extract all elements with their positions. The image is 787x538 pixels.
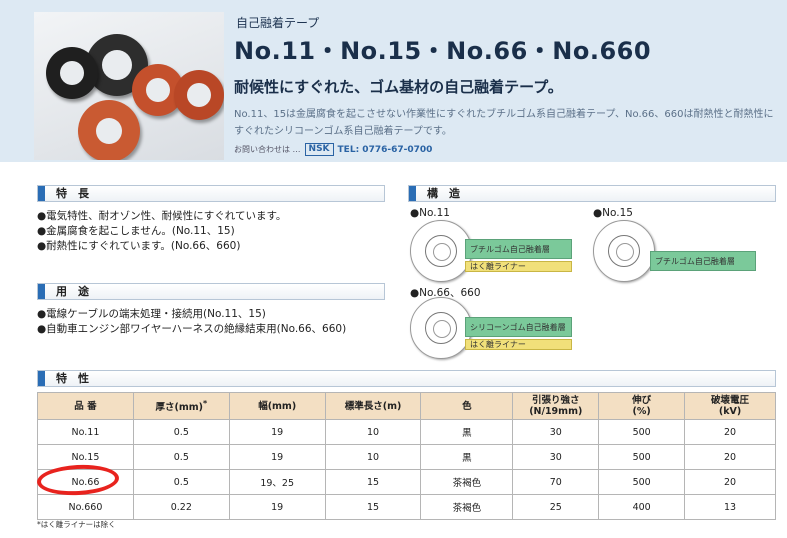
tape-cross-section-icon	[593, 220, 655, 282]
list-item: ●耐熱性にすぐれています。(No.66、660)	[37, 240, 241, 252]
uses-list: ●電線ケーブルの端末処理・接続用(No.11、15) ●自動車エンジン部ワイヤー…	[37, 307, 346, 337]
table-cell: 20	[684, 469, 776, 495]
nsk-logo: NSK	[304, 143, 334, 156]
col-header: 品 番	[37, 392, 134, 420]
table-cell: 19、25	[228, 469, 326, 495]
table-row: No.66 0.5 19、25 15 茶褐色 70 500 20	[37, 469, 776, 495]
list-item: ●金属腐食を起こしません。(No.11、15)	[37, 225, 235, 237]
brown-tape-roll	[174, 70, 224, 120]
tape-cross-section-icon	[410, 220, 472, 282]
table-cell: No.11	[37, 419, 134, 445]
table-cell: 15	[324, 469, 422, 495]
table-cell: 13	[684, 494, 776, 520]
col-header: 幅(mm)	[228, 392, 326, 420]
table-cell: 0.5	[132, 469, 230, 495]
table-cell: 19	[228, 444, 326, 470]
table-header-row: 品 番 厚さ(mm)* 幅(mm) 標準長さ(m) 色 引張り強さ (N/19mm…	[37, 392, 776, 420]
table-cell: 25	[512, 494, 600, 520]
table-row: No.660 0.22 19 15 茶褐色 25 400 13	[37, 494, 776, 520]
table-cell: 0.5	[132, 419, 230, 445]
structure-no11-label: ●No.11	[410, 207, 450, 219]
table-cell: 15	[324, 494, 422, 520]
features-heading: 特 長	[37, 185, 385, 202]
table-cell: 茶褐色	[420, 469, 514, 495]
features-list: ●電気特性、耐オゾン性、耐候性にすぐれています。 ●金属腐食を起こしません。(N…	[37, 209, 286, 254]
table-cell: 10	[324, 444, 422, 470]
footnote: *はく離ライナーは除く	[37, 520, 116, 529]
table-cell: 30	[512, 419, 600, 445]
table-cell: 0.22	[132, 494, 230, 520]
layer-butyl: ブチルゴム自己融着層	[465, 239, 572, 259]
contact-line: お問い合わせは … NSK TEL: 0776-67-0700	[234, 143, 432, 156]
table-cell: 19	[228, 494, 326, 520]
table-cell: 500	[598, 444, 686, 470]
contact-prefix: お問い合わせは …	[234, 145, 301, 154]
table-cell: 500	[598, 469, 686, 495]
layer-silicone: シリコーンゴム自己融着層	[465, 317, 572, 337]
table-cell: 10	[324, 419, 422, 445]
col-header: 破壊電圧 (kV)	[684, 392, 776, 420]
product-description: No.11、15は金属腐食を起こさせない作業性にすぐれたブチルゴム系自己融着テー…	[234, 109, 774, 137]
structure-no15-label: ●No.15	[593, 207, 633, 219]
layer-liner: はく離ライナー	[465, 339, 572, 350]
uses-heading: 用 途	[37, 283, 385, 300]
header-band: 自己融着テープ No.11・No.15・No.66・No.660 耐候性にすぐれ…	[0, 0, 787, 162]
table-cell: 30	[512, 444, 600, 470]
list-item: ●電線ケーブルの端末処理・接続用(No.11、15)	[37, 308, 266, 320]
table-cell: No.660	[37, 494, 134, 520]
table-cell: 500	[598, 419, 686, 445]
table-cell: 19	[228, 419, 326, 445]
col-header: 伸び (%)	[598, 392, 686, 420]
col-header: 標準長さ(m)	[324, 392, 422, 420]
table-cell: 0.5	[132, 444, 230, 470]
table-row: No.15 0.5 19 10 黒 30 500 20	[37, 444, 776, 470]
table-cell: 黒	[420, 444, 514, 470]
layer-butyl: ブチルゴム自己融着層	[650, 251, 756, 271]
table-row: No.11 0.5 19 10 黒 30 500 20	[37, 419, 776, 445]
table-cell: 20	[684, 444, 776, 470]
brown-tape-roll	[78, 100, 140, 160]
tape-cross-section-icon	[410, 297, 472, 359]
black-tape-roll	[46, 47, 98, 99]
list-item: ●自動車エンジン部ワイヤーハーネスの絶縁結束用(No.66、660)	[37, 323, 347, 335]
table-cell: 黒	[420, 419, 514, 445]
table-cell: 20	[684, 419, 776, 445]
structure-heading: 構 造	[408, 185, 776, 202]
contact-tel[interactable]: TEL: 0776-67-0700	[338, 145, 433, 155]
layer-liner: はく離ライナー	[465, 261, 572, 272]
col-header: 引張り強さ (N/19mm)	[512, 392, 600, 420]
tagline: 耐候性にすぐれた、ゴム基材の自己融着テープ。	[234, 78, 563, 96]
properties-heading: 特 性	[37, 370, 776, 387]
properties-table: 品 番 厚さ(mm)* 幅(mm) 標準長さ(m) 色 引張り強さ (N/19mm…	[37, 392, 776, 520]
page-title: No.11・No.15・No.66・No.660	[234, 37, 652, 65]
product-category: 自己融着テープ	[236, 16, 320, 30]
list-item: ●電気特性、耐オゾン性、耐候性にすぐれています。	[37, 210, 287, 222]
table-cell: 茶褐色	[420, 494, 514, 520]
tape-rolls-photo	[34, 12, 224, 160]
table-cell: 70	[512, 469, 600, 495]
table-cell: 400	[598, 494, 686, 520]
col-header: 色	[420, 392, 514, 420]
col-header: 厚さ(mm)*	[132, 392, 230, 420]
